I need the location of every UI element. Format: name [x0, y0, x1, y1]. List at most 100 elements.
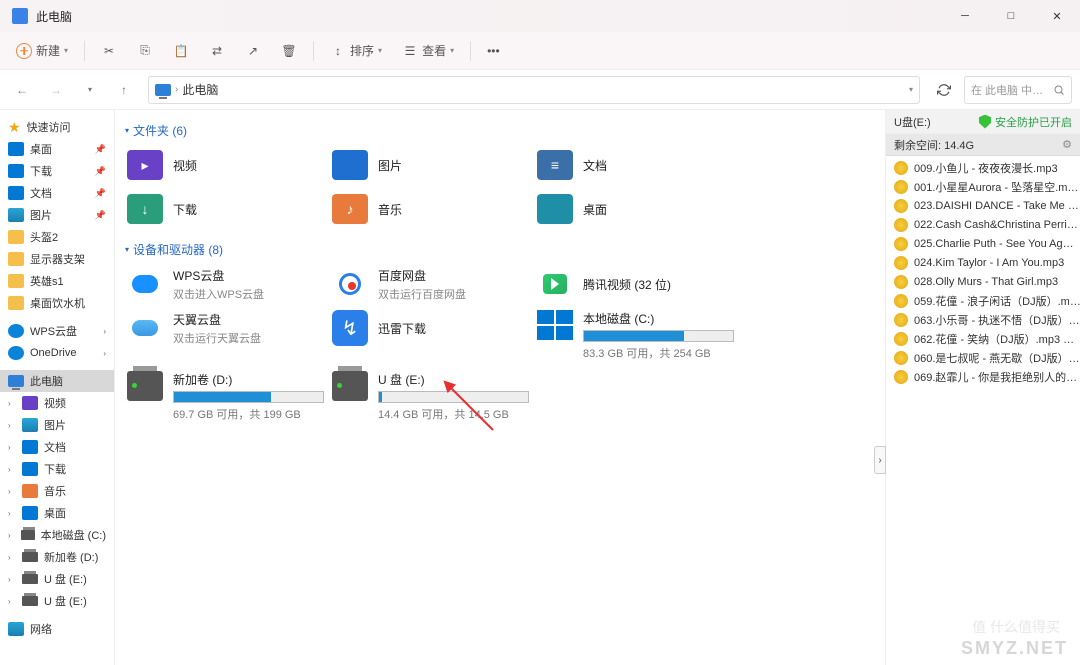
recent-button[interactable]: ▾ — [76, 76, 104, 104]
file-item[interactable]: 022.Cash Cash&Christina Perri… — [886, 215, 1080, 234]
chevron-down-icon[interactable]: ▾ — [909, 85, 913, 94]
chevron-right-icon: › — [8, 509, 16, 518]
rename-button[interactable]: ⇄ — [201, 37, 233, 65]
more-button[interactable]: ••• — [479, 37, 508, 65]
share-button[interactable]: ↗ — [237, 37, 269, 65]
drive-item[interactable]: 本地磁盘 (C:) 83.3 GB 可用，共 254 GB — [533, 308, 738, 363]
copy-button[interactable]: ⎘ — [129, 37, 161, 65]
file-item[interactable]: 001.小星星Aurora - 坠落星空.m… — [886, 177, 1080, 196]
minimize-button[interactable]: ─ — [942, 0, 988, 32]
maximize-button[interactable]: □ — [988, 0, 1034, 32]
app-item[interactable]: 腾讯视频 (32 位) — [533, 264, 738, 304]
back-button[interactable]: ← — [8, 76, 36, 104]
view-button[interactable]: ☰ 查看 ▾ — [394, 37, 462, 65]
sidebar-item[interactable]: 显示器支架 — [0, 248, 114, 270]
sidebar-this-pc[interactable]: 此电脑 — [0, 370, 114, 392]
app-item[interactable]: 百度网盘 双击运行百度网盘 — [328, 264, 533, 304]
file-item[interactable]: 024.Kim Taylor - I Am You.mp3 — [886, 253, 1080, 272]
sidebar-item[interactable]: › 音乐 — [0, 480, 114, 502]
folder-item[interactable]: 图片 — [328, 145, 533, 185]
file-item[interactable]: 063.小乐哥 - 执迷不悟（DJ版）… — [886, 310, 1080, 329]
share-icon: ↗ — [245, 43, 261, 59]
security-status[interactable]: 安全防护已开启 — [979, 114, 1072, 130]
close-button[interactable]: ✕ — [1034, 0, 1080, 32]
search-input[interactable]: 在 此电脑 中… — [964, 76, 1072, 104]
forward-button[interactable]: → — [42, 76, 70, 104]
file-item[interactable]: 069.赵霏儿 - 你是我拒绝别人的… — [886, 367, 1080, 386]
file-item[interactable]: 059.花僮 - 浪子闲话（DJ版）.m… — [886, 291, 1080, 310]
file-item[interactable]: 028.Olly Murs - That Girl.mp3 — [886, 272, 1080, 291]
file-name: 060.是七叔呢 - 燕无歇（DJ版）… — [914, 350, 1080, 366]
folder-item[interactable]: ↓ 下载 — [123, 189, 328, 229]
quick-access-label: 快速访问 — [27, 119, 71, 135]
sidebar-drive-item[interactable]: › 新加卷 (D:) — [0, 546, 114, 568]
sidebar-item[interactable]: 英雄s1 — [0, 270, 114, 292]
gear-icon[interactable]: ⚙ — [1062, 138, 1072, 151]
new-label: 新建 — [36, 42, 60, 59]
file-item[interactable]: 025.Charlie Puth - See You Ag… — [886, 234, 1080, 253]
drive-item[interactable]: U 盘 (E:) 14.4 GB 可用，共 14.5 GB — [328, 369, 533, 424]
sidebar-drive-item[interactable]: › U 盘 (E:) — [0, 590, 114, 612]
folder-icon — [8, 186, 24, 200]
sidebar-quick-access[interactable]: ★ 快速访问 — [0, 116, 114, 138]
sidebar-item[interactable]: 桌面 📌 — [0, 138, 114, 160]
sidebar-item[interactable]: 头盔2 — [0, 226, 114, 248]
watermark-brand: SMYZ.NET — [961, 638, 1068, 659]
chevron-right-icon: › — [8, 575, 16, 584]
network-label: 网络 — [30, 621, 52, 637]
file-item[interactable]: 060.是七叔呢 - 燕无歇（DJ版）… — [886, 348, 1080, 367]
sidebar-drive-item[interactable]: › 本地磁盘 (C:) — [0, 524, 114, 546]
plus-icon — [16, 43, 32, 59]
app-name: 天翼云盘 — [173, 311, 261, 328]
view-icon: ☰ — [402, 43, 418, 59]
sidebar-cloud-item[interactable]: OneDrive › — [0, 342, 114, 364]
new-button[interactable]: 新建 ▾ — [8, 37, 76, 65]
folder-item[interactable]: ≡ 文档 — [533, 145, 738, 185]
folder-item[interactable]: ▸ 视频 — [123, 145, 328, 185]
sidebar-drive-item[interactable]: › U 盘 (E:) — [0, 568, 114, 590]
sidebar-item[interactable]: › 视频 — [0, 392, 114, 414]
sidebar-item-label: 音乐 — [44, 483, 66, 499]
folder-icon — [537, 194, 573, 224]
folder-item[interactable]: ♪ 音乐 — [328, 189, 533, 229]
address-bar[interactable]: › 此电脑 ▾ — [148, 76, 920, 104]
folder-icon — [8, 296, 24, 310]
folders-group-header[interactable]: ▾ 文件夹 (6) — [125, 122, 877, 139]
folder-icon — [22, 462, 38, 476]
folders-header-label: 文件夹 (6) — [133, 122, 187, 139]
sidebar-item[interactable]: › 下载 — [0, 458, 114, 480]
sidebar-item[interactable]: 下载 📌 — [0, 160, 114, 182]
drive-item[interactable]: 新加卷 (D:) 69.7 GB 可用，共 199 GB — [123, 369, 328, 424]
sidebar-item[interactable]: › 文档 — [0, 436, 114, 458]
drives-group-header[interactable]: ▾ 设备和驱动器 (8) — [125, 241, 877, 258]
sidebar-item[interactable]: 文档 📌 — [0, 182, 114, 204]
tianyi-icon — [127, 310, 163, 346]
folder-icon — [8, 252, 24, 266]
refresh-button[interactable] — [930, 76, 958, 104]
sidebar-item[interactable]: 桌面饮水机 — [0, 292, 114, 314]
app-item[interactable]: 天翼云盘 双击运行天翼云盘 — [123, 308, 328, 348]
app-item[interactable]: ↯ 迅雷下载 — [328, 308, 533, 348]
mp3-icon — [894, 351, 908, 365]
sidebar-item[interactable]: 图片 📌 — [0, 204, 114, 226]
wps-icon — [127, 266, 163, 302]
file-item[interactable]: 062.花僮 - 笑纳（DJ版）.mp3 … — [886, 329, 1080, 348]
sort-button[interactable]: ↕ 排序 ▾ — [322, 37, 390, 65]
folder-name: 文档 — [583, 157, 607, 174]
windows-icon — [537, 310, 573, 340]
sidebar: ★ 快速访问 桌面 📌 下载 📌 文档 📌 图片 📌 头盔2 — [0, 110, 115, 665]
panel-collapse-button[interactable]: › — [874, 446, 886, 474]
cut-button[interactable]: ✂ — [93, 37, 125, 65]
file-item[interactable]: 023.DAISHI DANCE - Take Me … — [886, 196, 1080, 215]
paste-button[interactable]: 📋 — [165, 37, 197, 65]
sidebar-item[interactable]: › 桌面 — [0, 502, 114, 524]
folder-item[interactable]: 桌面 — [533, 189, 738, 229]
sidebar-item[interactable]: › 图片 — [0, 414, 114, 436]
delete-button[interactable]: 🗑 — [273, 37, 305, 65]
sidebar-network[interactable]: 网络 — [0, 618, 114, 640]
pc-icon — [8, 375, 24, 387]
up-button[interactable]: ↑ — [110, 76, 138, 104]
sidebar-cloud-item[interactable]: WPS云盘 › — [0, 320, 114, 342]
file-item[interactable]: 009.小鱼儿 - 夜夜夜漫长.mp3 — [886, 158, 1080, 177]
app-item[interactable]: WPS云盘 双击进入WPS云盘 — [123, 264, 328, 304]
